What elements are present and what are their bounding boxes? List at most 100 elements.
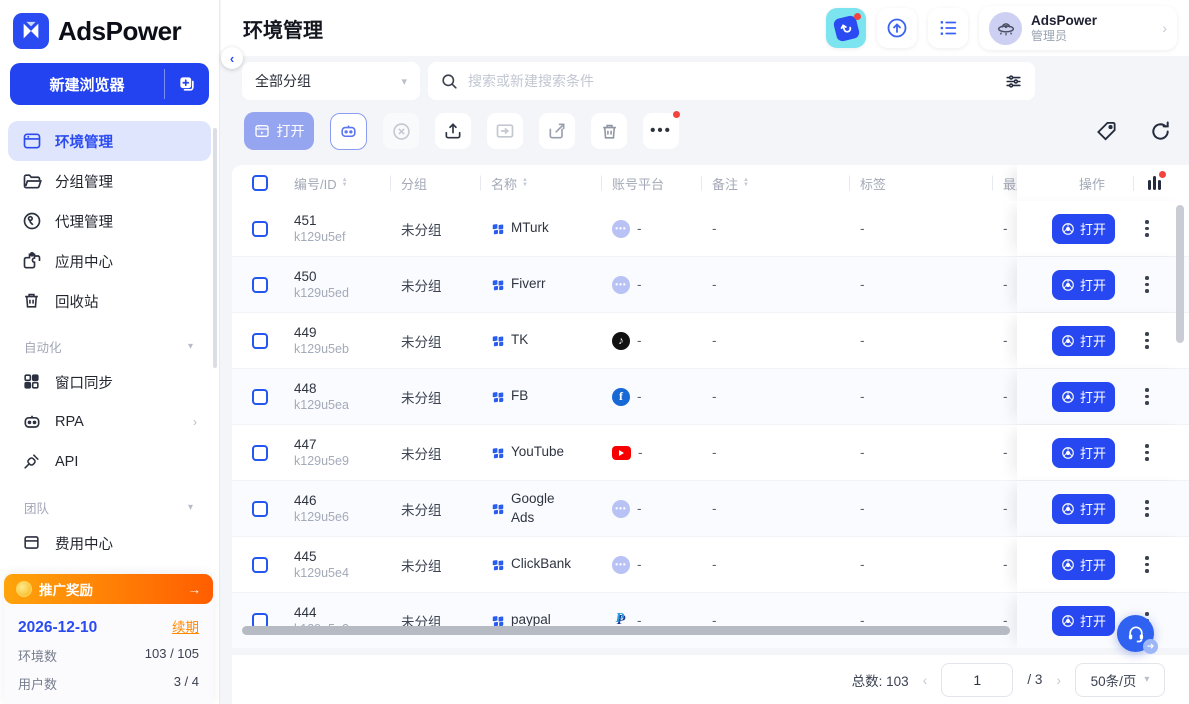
quick-launch-button[interactable] — [826, 8, 866, 48]
open-button[interactable]: 打开 — [1052, 606, 1115, 636]
refresh-button[interactable] — [1143, 114, 1177, 148]
column-actions: 操作 — [1079, 174, 1105, 193]
sort-icon[interactable] — [522, 178, 528, 188]
row-menu-button[interactable] — [1145, 220, 1149, 237]
env-name-icon — [491, 390, 505, 404]
row-menu-button[interactable] — [1145, 500, 1149, 517]
user-role: 管理员 — [1031, 29, 1097, 43]
table-row[interactable]: 445k129u5e4 未分组 ClickBank •••- - - - 打开 — [232, 537, 1189, 593]
open-button[interactable]: 打开 — [1052, 214, 1115, 244]
sidebar-item-billing[interactable]: 费用中心 — [8, 523, 211, 563]
row-checkbox[interactable] — [252, 277, 268, 293]
row-checkbox[interactable] — [252, 221, 268, 237]
env-note: - — [712, 333, 860, 348]
sort-icon[interactable] — [743, 178, 749, 188]
browser-window-icon — [22, 131, 42, 151]
env-name: YouTube — [511, 443, 564, 461]
section-automation[interactable]: 自动化 ▾ — [8, 321, 211, 362]
table-row[interactable]: 450k129u5ed 未分组 Fiverr •••- - - - 打开 — [232, 257, 1189, 313]
new-browser-button[interactable]: 新建浏览器 — [10, 63, 209, 105]
table-row[interactable]: 447k129u5e9 未分组 YouTube - - - - 打开 — [232, 425, 1189, 481]
sidebar-item-apps[interactable]: 应用中心 — [8, 241, 211, 281]
task-list-button[interactable] — [928, 8, 968, 48]
batch-create-icon[interactable] — [165, 63, 209, 105]
row-checkbox[interactable] — [252, 501, 268, 517]
sidebar-scrollbar[interactable] — [213, 128, 217, 368]
open-button[interactable]: 打开 — [1052, 326, 1115, 356]
delete-button[interactable] — [591, 113, 627, 149]
advanced-filter-icon[interactable] — [1004, 72, 1023, 91]
table-row[interactable]: 446k129u5e6 未分组 Google Ads •••- - - - 打开 — [232, 481, 1189, 537]
row-menu-button[interactable] — [1145, 444, 1149, 461]
referral-banner[interactable]: 推广奖励 → — [4, 574, 213, 604]
select-all-checkbox[interactable] — [252, 175, 268, 191]
env-note: - — [712, 445, 860, 460]
group-filter-select[interactable]: 全部分组 ▾ — [242, 62, 420, 100]
env-name: FB — [511, 387, 528, 405]
row-menu-button[interactable] — [1145, 556, 1149, 573]
open-button[interactable]: 打开 — [1052, 494, 1115, 524]
platform-value: - — [637, 277, 642, 292]
share-button[interactable] — [539, 113, 575, 149]
table-row[interactable]: 449k129u5eb 未分组 TK ♪- - - - 打开 — [232, 313, 1189, 369]
open-button[interactable]: 打开 — [1052, 270, 1115, 300]
section-team[interactable]: 团队 ▾ — [8, 482, 211, 523]
sidebar-item-proxies[interactable]: 代理管理 — [8, 201, 211, 241]
table-row[interactable]: 451k129u5ef 未分组 MTurk •••- - - - 打开 — [232, 201, 1189, 257]
open-button[interactable]: 打开 — [1052, 550, 1115, 580]
column-id[interactable]: 编号/ID — [294, 174, 401, 193]
page-size-select[interactable]: 50条/页 ▾ — [1075, 663, 1165, 697]
next-page-button[interactable]: › — [1056, 672, 1061, 688]
chrome-icon — [1061, 558, 1075, 572]
sync-button[interactable] — [877, 8, 917, 48]
sidebar-item-groups[interactable]: 分组管理 — [8, 161, 211, 201]
page-number-input[interactable] — [941, 663, 1013, 697]
env-note: - — [712, 277, 860, 292]
section-label: 自动化 — [24, 337, 62, 356]
open-button[interactable]: 打开 — [1052, 438, 1115, 468]
sort-icon[interactable] — [342, 178, 348, 188]
column-note[interactable]: 备注 — [712, 174, 860, 193]
tags-button[interactable] — [1089, 114, 1123, 148]
row-menu-button[interactable] — [1145, 276, 1149, 293]
env-note: - — [712, 221, 860, 236]
column-name[interactable]: 名称 — [491, 174, 612, 193]
row-checkbox[interactable] — [252, 389, 268, 405]
move-to-group-button[interactable] — [487, 113, 523, 149]
collapse-sidebar-button[interactable] — [221, 47, 243, 69]
bulk-open-button[interactable]: 打开 — [244, 112, 314, 150]
account-menu[interactable]: AdsPower 管理员 › — [979, 6, 1177, 50]
sidebar-item-environments[interactable]: 环境管理 — [8, 121, 211, 161]
table-header: 编号/ID 分组 名称 账号平台 备注 标签 最后打开时间 操作 — [232, 165, 1189, 201]
rpa-task-button[interactable] — [330, 113, 367, 150]
renew-link[interactable]: 续期 — [172, 616, 199, 636]
export-upload-button[interactable] — [435, 113, 471, 149]
brand-logo: AdsPower — [0, 0, 219, 57]
sidebar-item-label: 回收站 — [55, 291, 99, 312]
search-box[interactable] — [428, 62, 1035, 100]
table-row[interactable]: 448k129u5ea 未分组 FB f- - - - 打开 — [232, 369, 1189, 425]
row-menu-button[interactable] — [1145, 332, 1149, 349]
row-checkbox[interactable] — [252, 557, 268, 573]
vertical-scrollbar[interactable] — [1176, 205, 1184, 343]
env-tag: - — [860, 501, 1003, 516]
more-actions-button[interactable]: ••• — [643, 113, 679, 149]
table-row[interactable]: 444k129u5e2 未分组 paypal P- - - - 打开 — [232, 593, 1189, 648]
horizontal-scrollbar[interactable] — [242, 626, 1010, 635]
page-count: / 3 — [1027, 672, 1042, 687]
row-checkbox[interactable] — [252, 333, 268, 349]
open-button[interactable]: 打开 — [1052, 382, 1115, 412]
prev-page-button[interactable]: ‹ — [923, 672, 928, 688]
search-input[interactable] — [468, 73, 995, 89]
sidebar: AdsPower 新建浏览器 环境管理 分组管理 代理管理 — [0, 0, 220, 704]
sidebar-item-rpa[interactable]: RPA › — [8, 402, 211, 442]
row-checkbox[interactable] — [252, 445, 268, 461]
sidebar-item-trash[interactable]: 回收站 — [8, 281, 211, 321]
row-actions: 打开 — [1017, 313, 1189, 368]
support-button[interactable]: ➜ — [1117, 615, 1154, 652]
sidebar-item-window-sync[interactable]: 窗口同步 — [8, 362, 211, 402]
close-all-button[interactable] — [383, 113, 419, 149]
sidebar-item-api[interactable]: API — [8, 442, 211, 482]
column-settings-button[interactable] — [1148, 176, 1161, 190]
row-menu-button[interactable] — [1145, 388, 1149, 405]
